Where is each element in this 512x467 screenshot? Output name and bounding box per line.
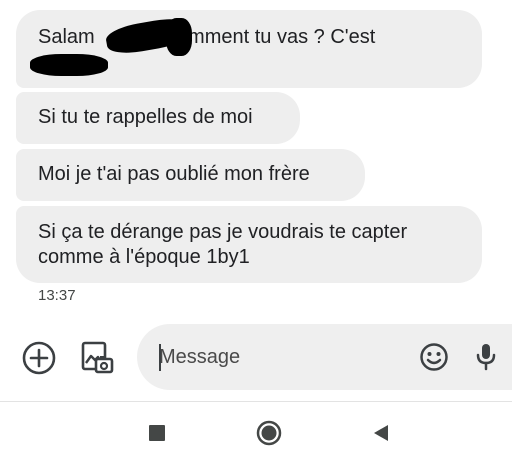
- message-text: Salam comment tu vas ? C'est: [38, 26, 376, 48]
- text-cursor: [159, 344, 161, 371]
- message-bubble[interactable]: Si tu te rappelles de moi: [16, 92, 300, 144]
- message-bubble[interactable]: Si ça te dérange pas je voudrais te capt…: [16, 206, 482, 283]
- back-button[interactable]: [364, 416, 398, 450]
- message-composer[interactable]: [137, 324, 512, 390]
- gallery-button[interactable]: [76, 337, 118, 379]
- emoji-icon: [420, 343, 448, 371]
- add-circle-icon: [22, 341, 56, 375]
- message-bubble[interactable]: Salam comment tu vas ? C'est: [16, 10, 482, 88]
- redacted-text: [30, 54, 108, 76]
- message-timestamp: 13:37: [38, 287, 76, 304]
- message-text: Si tu te rappelles de moi: [38, 106, 253, 128]
- square-icon: [149, 425, 165, 441]
- voice-button[interactable]: [467, 338, 505, 376]
- message-input[interactable]: [159, 324, 399, 390]
- back-triangle-icon: [374, 425, 388, 441]
- message-text: Si ça te dérange pas je voudrais te capt…: [38, 221, 408, 268]
- system-nav-bar: [0, 402, 512, 467]
- recents-button[interactable]: [140, 416, 174, 450]
- message-bubble[interactable]: Moi je t'ai pas oublié mon frère: [16, 149, 365, 201]
- message-text: Moi je t'ai pas oublié mon frère: [38, 163, 310, 185]
- redacted-name: [166, 18, 192, 56]
- add-button[interactable]: [18, 337, 60, 379]
- emoji-button[interactable]: [415, 338, 453, 376]
- gallery-camera-icon: [81, 341, 114, 374]
- circle-icon: [256, 420, 282, 446]
- microphone-icon: [476, 344, 496, 371]
- home-button[interactable]: [252, 416, 286, 450]
